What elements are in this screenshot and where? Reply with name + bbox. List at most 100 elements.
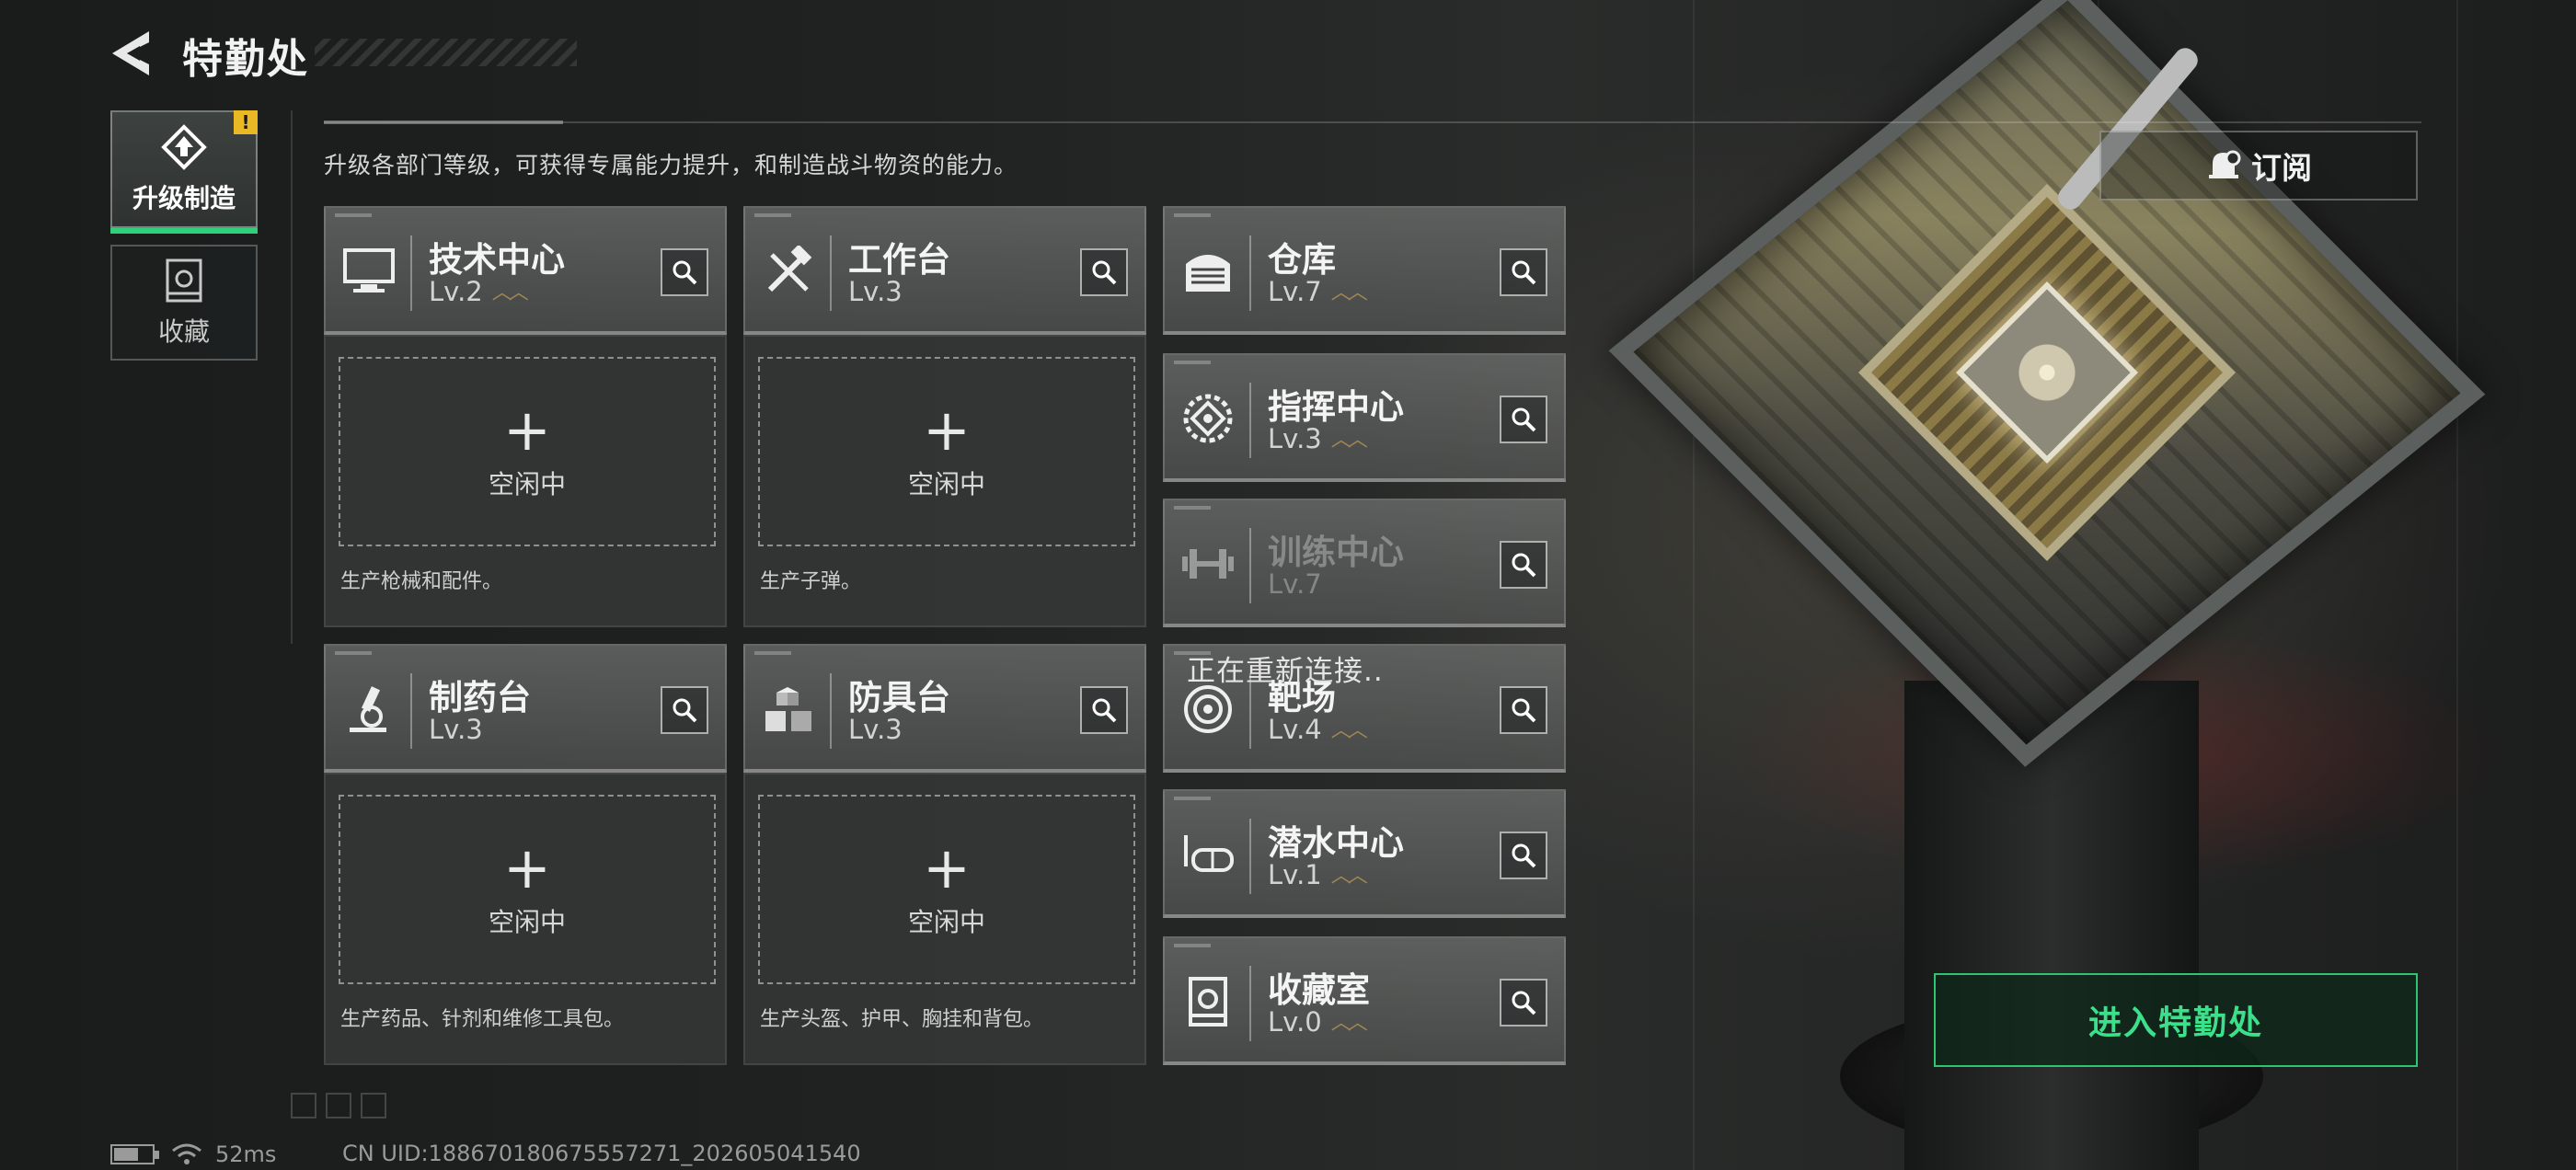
tool-icon bbox=[291, 1093, 316, 1118]
subscribe-bell-icon bbox=[2209, 150, 2241, 178]
pillar bbox=[1904, 681, 2199, 1170]
warning-badge: ! bbox=[234, 110, 258, 134]
search-icon bbox=[1512, 991, 1536, 1015]
wifi-icon bbox=[172, 1143, 201, 1164]
search-button[interactable] bbox=[661, 248, 708, 296]
production-description: 生产头盔、护甲、胸挂和背包。 bbox=[760, 1008, 1044, 1031]
tool-icon bbox=[361, 1093, 386, 1118]
station-card-workbench[interactable]: 工作台 Lv.3 bbox=[743, 206, 1146, 335]
search-icon bbox=[1092, 260, 1117, 285]
dumbbell-icon bbox=[1178, 533, 1238, 594]
search-icon bbox=[1512, 260, 1536, 285]
tool-icon bbox=[326, 1093, 351, 1118]
station-name: 防具台 bbox=[848, 678, 950, 717]
station-card-tech-center[interactable]: 技术中心 Lv.2 ︿︿ bbox=[324, 206, 727, 335]
production-slot[interactable]: + 空闲中 bbox=[758, 357, 1135, 546]
production-panel-workbench: + 空闲中 生产子弹。 bbox=[743, 335, 1146, 627]
subscribe-button[interactable]: 订阅 bbox=[2099, 131, 2418, 201]
search-icon bbox=[1092, 698, 1117, 723]
bottom-tool-icons bbox=[291, 1093, 386, 1118]
armor-blocks-icon bbox=[758, 679, 819, 740]
nav-upgrade-manufacture[interactable]: ! 升级制造 bbox=[110, 110, 258, 234]
search-button[interactable] bbox=[1080, 686, 1128, 734]
collection-icon bbox=[166, 258, 202, 303]
station-level: Lv.7 bbox=[1268, 568, 1322, 600]
nav-collection[interactable]: 收藏 bbox=[110, 245, 258, 361]
station-card-command-center[interactable]: 指挥中心 Lv.3 ︿︿ bbox=[1163, 353, 1566, 482]
station-card-pharmacy[interactable]: 制药台 Lv.3 bbox=[324, 644, 727, 773]
station-name: 潜水中心 bbox=[1268, 823, 1404, 863]
production-slot[interactable]: + 空闲中 bbox=[339, 795, 716, 984]
upgrade-chevron-icon: ︿︿ bbox=[1330, 719, 1368, 742]
station-level: Lv.3 bbox=[848, 276, 903, 307]
search-icon bbox=[673, 698, 697, 723]
station-card-collection-room[interactable]: 收藏室 Lv.0 ︿︿ bbox=[1163, 936, 1566, 1065]
production-panel-armor: + 空闲中 生产头盔、护甲、胸挂和背包。 bbox=[743, 773, 1146, 1065]
search-button[interactable] bbox=[1500, 396, 1547, 443]
back-button[interactable] bbox=[109, 28, 155, 79]
station-name: 收藏室 bbox=[1268, 970, 1370, 1010]
command-chip-icon bbox=[1178, 388, 1238, 449]
search-button[interactable] bbox=[1080, 248, 1128, 296]
status-bar: 52ms bbox=[110, 1141, 276, 1168]
station-level: Lv.0 ︿︿ bbox=[1268, 1006, 1368, 1038]
warehouse-icon bbox=[1178, 241, 1238, 302]
subscribe-label: 订阅 bbox=[2251, 150, 2312, 186]
station-name: 技术中心 bbox=[429, 240, 565, 280]
station-name: 训练中心 bbox=[1268, 533, 1404, 572]
back-arrow-icon bbox=[112, 31, 149, 75]
search-button[interactable] bbox=[1500, 979, 1547, 1027]
upgrade-chevron-icon: ︿︿ bbox=[1330, 1012, 1368, 1035]
station-card-armor[interactable]: 防具台 Lv.3 bbox=[743, 644, 1146, 773]
add-icon: + bbox=[923, 834, 971, 901]
production-description: 生产药品、针剂和维修工具包。 bbox=[340, 1008, 625, 1031]
section-description: 升级各部门等级，可获得专属能力提升，和制造战斗物资的能力。 bbox=[324, 152, 1018, 178]
title-decoration bbox=[315, 39, 577, 66]
search-icon bbox=[1512, 698, 1536, 723]
search-button[interactable] bbox=[1500, 686, 1547, 734]
station-card-warehouse[interactable]: 仓库 Lv.7 ︿︿ bbox=[1163, 206, 1566, 335]
station-name: 指挥中心 bbox=[1268, 387, 1404, 427]
station-level: Lv.1 ︿︿ bbox=[1268, 859, 1368, 890]
station-card-training-center[interactable]: 训练中心 Lv.7 bbox=[1163, 499, 1566, 627]
nav-collection-label: 收藏 bbox=[157, 316, 210, 347]
upgrade-icon bbox=[161, 124, 207, 170]
station-level: Lv.4 ︿︿ bbox=[1268, 714, 1368, 745]
search-button[interactable] bbox=[1500, 541, 1547, 589]
upgrade-chevron-icon: ︿︿ bbox=[1330, 281, 1368, 304]
search-icon bbox=[1512, 553, 1536, 578]
production-slot[interactable]: + 空闲中 bbox=[758, 795, 1135, 984]
station-level: Lv.3 bbox=[848, 714, 903, 745]
page-title: 特勤处 bbox=[182, 36, 309, 83]
header-divider bbox=[324, 120, 2421, 124]
station-card-diving-center[interactable]: 潜水中心 Lv.1 ︿︿ bbox=[1163, 789, 1566, 918]
upgrade-chevron-icon: ︿︿ bbox=[491, 281, 529, 304]
search-icon bbox=[1512, 843, 1536, 868]
upgrade-chevron-icon: ︿︿ bbox=[1330, 865, 1368, 888]
nav-divider bbox=[291, 110, 293, 644]
add-icon: + bbox=[503, 396, 551, 464]
search-button[interactable] bbox=[661, 686, 708, 734]
station-name: 仓库 bbox=[1268, 240, 1336, 280]
production-panel-pharmacy: + 空闲中 生产药品、针剂和维修工具包。 bbox=[324, 773, 727, 1065]
search-icon bbox=[673, 260, 697, 285]
collection-room-icon bbox=[1178, 971, 1238, 1032]
search-button[interactable] bbox=[1500, 832, 1547, 879]
search-button[interactable] bbox=[1500, 248, 1547, 296]
battery-icon bbox=[110, 1144, 159, 1164]
station-level: Lv.3 bbox=[429, 714, 483, 745]
production-slot[interactable]: + 空闲中 bbox=[339, 357, 716, 546]
enter-special-ops-button[interactable]: 进入特勤处 bbox=[1934, 973, 2418, 1067]
slot-status: 空闲中 bbox=[907, 469, 985, 499]
ping-value: 52ms bbox=[215, 1141, 277, 1167]
add-icon: + bbox=[923, 396, 971, 464]
diving-mask-icon bbox=[1178, 824, 1238, 885]
tools-icon bbox=[758, 241, 819, 302]
production-panel-tech: + 空闲中 生产枪械和配件。 bbox=[324, 335, 727, 627]
station-level: Lv.2 ︿︿ bbox=[429, 276, 529, 307]
slot-status: 空闲中 bbox=[488, 907, 566, 937]
enter-label: 进入特勤处 bbox=[2087, 1004, 2263, 1042]
slot-status: 空闲中 bbox=[488, 469, 566, 499]
station-level: Lv.3 ︿︿ bbox=[1268, 423, 1368, 454]
search-icon bbox=[1512, 407, 1536, 432]
